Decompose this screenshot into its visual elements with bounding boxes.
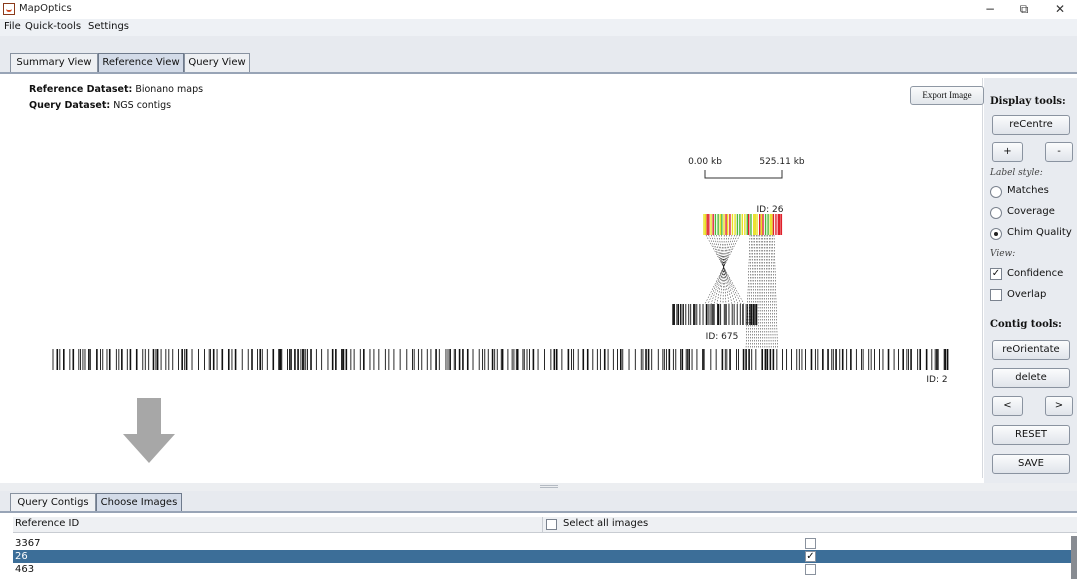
save-button[interactable]: SAVE (992, 454, 1070, 474)
main-tab-strip: Summary View Reference View Query View (0, 36, 1077, 74)
chim-quality-radio-label: Chim Quality (1007, 227, 1072, 238)
menu-quick-tools[interactable]: Quick-tools (25, 21, 81, 32)
row-checkbox[interactable]: ✓ (805, 551, 816, 562)
alignment-line (760, 234, 762, 350)
reset-button[interactable]: RESET (992, 425, 1070, 445)
scale-end-label: 525.11 kb (759, 157, 805, 167)
tab-choose-images[interactable]: Choose Images (96, 493, 182, 513)
previous-button[interactable]: < (992, 396, 1023, 416)
view-heading: View: (990, 249, 1016, 259)
title-bar: MapOptics − ⧉ ✕ (0, 0, 1077, 19)
alignment-line (747, 234, 752, 350)
alignment-line (754, 234, 757, 350)
select-all-checkbox[interactable] (546, 519, 557, 530)
overlap-checkbox-label: Overlap (1007, 289, 1047, 300)
alignment-line (745, 234, 751, 350)
contig-26-quality-bar[interactable] (703, 214, 783, 235)
scale-start-label: 0.00 kb (688, 157, 722, 167)
row-reference-id: 26 (15, 551, 28, 562)
contig-675-id-label: ID: 675 (706, 332, 739, 342)
close-button[interactable]: ✕ (1046, 0, 1074, 19)
alignment-line (722, 234, 725, 305)
tab-divider (0, 72, 1077, 74)
contig-26-id-label: ID: 26 (757, 205, 784, 215)
alignment-line (764, 234, 766, 350)
contig-tools-heading: Contig tools: (990, 319, 1062, 330)
alignment-line (768, 234, 772, 350)
zoom-in-button[interactable]: + (992, 142, 1023, 162)
row-reference-id: 3367 (15, 538, 41, 549)
matches-radio[interactable] (990, 186, 1002, 198)
table-row[interactable]: 463 (13, 563, 1077, 576)
delete-button[interactable]: delete (992, 368, 1070, 388)
tab-query-view[interactable]: Query View (184, 53, 250, 73)
confidence-checkbox-label: Confidence (1007, 268, 1064, 279)
reorientate-button[interactable]: reOrientate (992, 340, 1070, 360)
alignment-line (716, 234, 730, 305)
splitter-grip-icon (540, 485, 558, 488)
coverage-radio[interactable] (990, 207, 1002, 219)
table-row-selected[interactable]: 26 ✓ (13, 550, 1077, 563)
minimize-button[interactable]: − (976, 0, 1004, 19)
panel-splitter[interactable] (0, 483, 1077, 491)
alignment-line (752, 234, 756, 350)
contig-675-barcode[interactable] (672, 304, 758, 325)
reference-id-column-header: Reference ID (15, 518, 80, 529)
overlap-checkbox[interactable] (990, 289, 1002, 301)
java-app-icon (3, 3, 15, 15)
alignment-line (756, 234, 759, 350)
label-style-heading: Label style: (990, 168, 1043, 178)
alignment-line (765, 234, 768, 350)
bottom-tab-strip: Query Contigs Choose Images (0, 491, 1077, 513)
menu-settings[interactable]: Settings (88, 21, 129, 32)
bottom-tab-divider (0, 511, 1077, 513)
select-all-label: Select all images (563, 518, 649, 529)
alignment-line (767, 234, 770, 350)
row-checkbox[interactable] (805, 564, 816, 575)
alignment-line (707, 234, 738, 305)
down-arrow-head-icon (123, 434, 175, 463)
row-checkbox[interactable] (805, 538, 816, 549)
menu-bar: File Quick-tools Settings (0, 19, 1077, 36)
scale-bar (704, 170, 783, 179)
alignment-line (773, 234, 778, 350)
alignment-line (705, 234, 745, 305)
coverage-radio-label: Coverage (1007, 206, 1055, 217)
table-row[interactable]: 3367 (13, 537, 1077, 550)
chim-quality-radio[interactable] (990, 228, 1002, 240)
images-table: Reference ID Select all images 3367 26 ✓… (13, 515, 1077, 579)
menu-file[interactable]: File (4, 21, 21, 32)
alignment-line (713, 234, 736, 305)
tools-panel: Display tools: reCentre + - Label style:… (984, 78, 1077, 483)
table-scrollbar[interactable] (1071, 536, 1077, 579)
window-title: MapOptics (19, 3, 72, 14)
tab-summary-view[interactable]: Summary View (10, 53, 98, 73)
row-reference-id: 463 (15, 564, 35, 575)
restore-button[interactable]: ⧉ (1010, 0, 1038, 19)
reference-map-barcode[interactable] (52, 349, 949, 370)
zoom-out-button[interactable]: - (1045, 142, 1073, 162)
tab-reference-view[interactable]: Reference View (98, 53, 184, 73)
alignment-line (719, 234, 728, 305)
display-tools-heading: Display tools: (990, 96, 1066, 107)
confidence-checkbox[interactable]: ✓ (990, 268, 1002, 280)
alignment-line (758, 234, 760, 350)
recentre-button[interactable]: reCentre (992, 115, 1070, 135)
matches-radio-label: Matches (1007, 185, 1049, 196)
alignment-line (770, 234, 774, 350)
column-divider (542, 517, 543, 533)
next-button[interactable]: > (1045, 396, 1073, 416)
table-header: Reference ID Select all images (13, 517, 1077, 533)
reference-id-label: ID: 2 (926, 375, 947, 385)
reference-view-canvas[interactable]: Reference Dataset: Bionano maps Query Da… (13, 78, 984, 478)
tab-query-contigs[interactable]: Query Contigs (10, 493, 96, 513)
down-arrow-icon (137, 398, 161, 434)
